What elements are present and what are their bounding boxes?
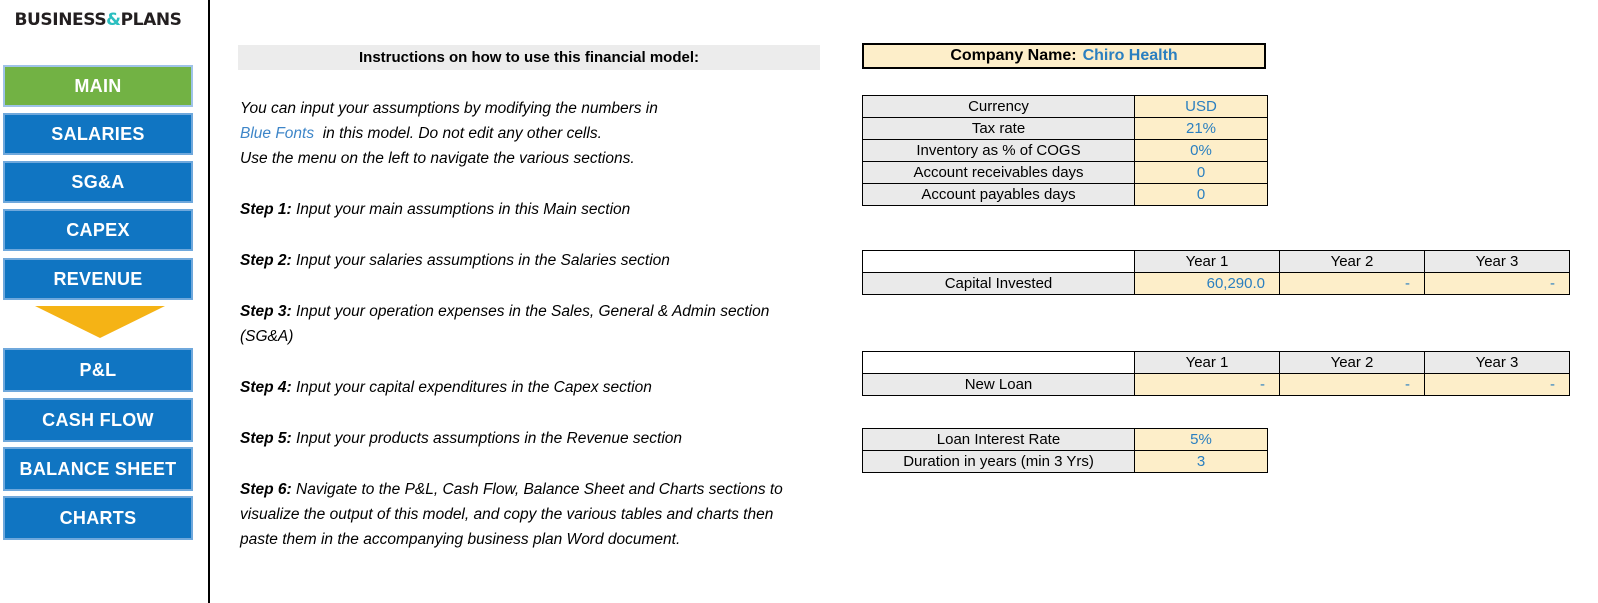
sidebar-item-label: BALANCE SHEET [19, 459, 177, 479]
intro-paragraph: You can input your assumptions by modify… [240, 96, 810, 171]
table-row: Account receivables days 0 [862, 161, 1268, 184]
capital-invested-table: Year 1 Year 2 Year 3 Capital Invested 60… [862, 250, 1570, 295]
param-label: Currency [862, 95, 1135, 118]
intro-line-1: You can input your assumptions by modify… [240, 100, 658, 117]
company-name-label: Company Name: [950, 47, 1077, 64]
intro-line-3: Use the menu on the left to navigate the… [240, 150, 635, 167]
sidebar-item-revenue[interactable]: REVENUE [3, 258, 193, 300]
sidebar-item-label: CHARTS [59, 508, 137, 528]
sidebar-item-sga[interactable]: SG&A [3, 161, 193, 203]
step-5-text: Input your products assumptions in the R… [296, 430, 683, 447]
param-label: Tax rate [862, 117, 1135, 140]
table-row: New Loan - - - [862, 373, 1570, 396]
capital-invested-year-1[interactable]: 60,290.0 [1134, 272, 1280, 295]
step-4-label: Step 4: [240, 379, 292, 396]
capital-invested-year-2[interactable]: - [1279, 272, 1425, 295]
sidebar-item-label: SG&A [71, 172, 125, 192]
sidebar-item-pl[interactable]: P&L [3, 348, 193, 392]
step-6: Step 6: Navigate to the P&L, Cash Flow, … [240, 477, 810, 552]
year-header: Year 3 [1424, 351, 1570, 374]
sidebar-item-charts[interactable]: CHARTS [3, 496, 193, 540]
param-label: Account payables days [862, 183, 1135, 206]
blue-fonts-text: Blue Fonts [240, 125, 315, 142]
sidebar-item-main[interactable]: MAIN [3, 65, 193, 107]
parameters-table: Currency USD Tax rate 21% Inventory as %… [862, 95, 1268, 206]
step-5-label: Step 5: [240, 430, 292, 447]
year-header: Year 1 [1134, 351, 1280, 374]
down-arrow-icon [35, 306, 165, 338]
sidebar-item-label: P&L [79, 360, 117, 380]
intro-line-2: Blue Fonts in this model. Do not edit an… [240, 121, 810, 146]
step-3: Step 3: Input your operation expenses in… [240, 299, 810, 349]
company-name-box[interactable]: Company Name: Chiro Health [862, 43, 1266, 69]
sidebar-item-cash-flow[interactable]: CASH FLOW [3, 398, 193, 442]
new-loan-year-2[interactable]: - [1279, 373, 1425, 396]
step-1: Step 1: Input your main assumptions in t… [240, 197, 810, 222]
sidebar-item-salaries[interactable]: SALARIES [3, 113, 193, 155]
table-row: Capital Invested 60,290.0 - - [862, 272, 1570, 295]
sidebar-item-label: CASH FLOW [42, 410, 154, 430]
step-4: Step 4: Input your capital expenditures … [240, 375, 810, 400]
loan-interest-rate-label: Loan Interest Rate [862, 428, 1135, 451]
step-4-text: Input your capital expenditures in the C… [296, 379, 652, 396]
table-row: Currency USD [862, 95, 1268, 118]
step-3-text: Input your operation expenses in the Sal… [240, 303, 770, 345]
step-6-label: Step 6: [240, 481, 292, 498]
sidebar-item-label: CAPEX [66, 220, 130, 240]
loan-terms-table: Loan Interest Rate 5% Duration in years … [862, 428, 1268, 473]
step-3-label: Step 3: [240, 303, 292, 320]
year-header: Year 2 [1279, 250, 1425, 273]
loan-duration-value[interactable]: 3 [1134, 450, 1268, 473]
new-loan-label: New Loan [862, 373, 1135, 396]
sidebar-item-balance-sheet[interactable]: BALANCE SHEET [3, 447, 193, 491]
corner-cell [862, 351, 1135, 374]
new-loan-year-1[interactable]: - [1134, 373, 1280, 396]
step-1-text: Input your main assumptions in this Main… [296, 201, 631, 218]
param-value[interactable]: 0 [1134, 161, 1268, 184]
table-header-row: Year 1 Year 2 Year 3 [862, 250, 1570, 273]
step-1-label: Step 1: [240, 201, 292, 218]
sidebar: BUSINESS&PLANS MAIN SALARIES SG&A CAPEX … [0, 0, 210, 603]
step-2-text: Input your salaries assumptions in the S… [296, 252, 670, 269]
loan-interest-rate-value[interactable]: 5% [1134, 428, 1268, 451]
table-header-row: Year 1 Year 2 Year 3 [862, 351, 1570, 374]
table-row: Duration in years (min 3 Yrs) 3 [862, 450, 1268, 473]
company-name-value[interactable]: Chiro Health [1083, 47, 1178, 65]
loan-duration-label: Duration in years (min 3 Yrs) [862, 450, 1135, 473]
instructions-body: You can input your assumptions by modify… [240, 96, 810, 552]
sidebar-item-label: MAIN [74, 76, 122, 96]
brand-logo: BUSINESS&PLANS [0, 10, 196, 30]
year-header: Year 2 [1279, 351, 1425, 374]
brand-text-pre: BUSINESS [14, 10, 107, 30]
step-2-label: Step 2: [240, 252, 292, 269]
step-6-text: Navigate to the P&L, Cash Flow, Balance … [240, 481, 783, 548]
instructions-header-text: Instructions on how to use this financia… [358, 49, 700, 66]
brand-text-post: PLANS [120, 10, 182, 30]
param-label: Account receivables days [862, 161, 1135, 184]
year-header: Year 3 [1424, 250, 1570, 273]
new-loan-year-3[interactable]: - [1424, 373, 1570, 396]
intro-line-2-rest: in this model. Do not edit any other cel… [322, 125, 602, 142]
capital-invested-year-3[interactable]: - [1424, 272, 1570, 295]
step-5: Step 5: Input your products assumptions … [240, 426, 810, 451]
param-label: Inventory as % of COGS [862, 139, 1135, 162]
corner-cell [862, 250, 1135, 273]
param-value[interactable]: 21% [1134, 117, 1268, 140]
sidebar-item-label: REVENUE [53, 269, 143, 289]
step-2: Step 2: Input your salaries assumptions … [240, 248, 810, 273]
sidebar-item-capex[interactable]: CAPEX [3, 209, 193, 251]
param-value[interactable]: 0% [1134, 139, 1268, 162]
table-row: Inventory as % of COGS 0% [862, 139, 1268, 162]
table-row: Account payables days 0 [862, 183, 1268, 206]
instructions-header: Instructions on how to use this financia… [238, 45, 820, 70]
param-value[interactable]: USD [1134, 95, 1268, 118]
param-value[interactable]: 0 [1134, 183, 1268, 206]
new-loan-table: Year 1 Year 2 Year 3 New Loan - - - [862, 351, 1570, 396]
brand-ampersand: & [106, 10, 121, 30]
sidebar-item-label: SALARIES [51, 124, 145, 144]
table-row: Loan Interest Rate 5% [862, 428, 1268, 451]
year-header: Year 1 [1134, 250, 1280, 273]
table-row: Tax rate 21% [862, 117, 1268, 140]
capital-invested-label: Capital Invested [862, 272, 1135, 295]
